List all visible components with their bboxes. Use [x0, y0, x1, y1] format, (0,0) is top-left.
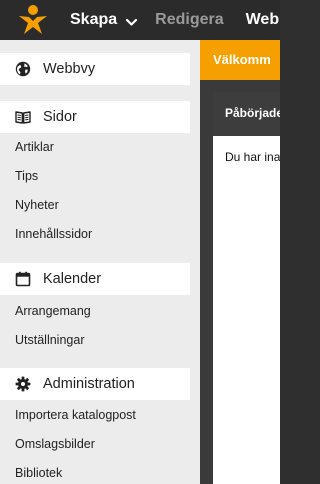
- sidebar-item-omslagsbilder[interactable]: Omslagsbilder: [15, 437, 95, 451]
- create-menu-button[interactable]: Skapa: [70, 11, 138, 29]
- top-navigation: Skapa Redigera Webb: [70, 11, 280, 29]
- sidebar-section-title: Webbvy: [43, 61, 96, 77]
- top-bar: Skapa Redigera Webb: [0, 0, 280, 40]
- sidebar: Webbvy Sidor Artiklar Tips Nyheter Inneh…: [0, 40, 200, 484]
- edit-menu-button[interactable]: Redigera: [155, 11, 223, 29]
- sidebar-section-title: Sidor: [43, 109, 77, 125]
- welcome-banner: Välkomm: [200, 40, 280, 80]
- sidebar-item-utstallningar[interactable]: Utställningar: [15, 333, 84, 347]
- panel-header: Påbörjade: [213, 92, 280, 136]
- sidebar-item-artiklar[interactable]: Artiklar: [15, 140, 54, 154]
- sidebar-section-title: Administration: [43, 376, 135, 392]
- started-items-panel: Påbörjade Du har ina: [213, 92, 280, 484]
- sidebar-section-webbvy[interactable]: Webbvy: [0, 53, 190, 85]
- open-book-icon: [15, 111, 31, 124]
- chevron-down-icon: [126, 15, 138, 26]
- create-menu-label: Skapa: [70, 11, 118, 28]
- sidebar-item-tips[interactable]: Tips: [15, 169, 38, 183]
- sidebar-section-kalender[interactable]: Kalender: [0, 263, 190, 295]
- sidebar-item-nyheter[interactable]: Nyheter: [15, 198, 59, 212]
- gear-icon: [15, 376, 31, 392]
- globe-icon: [15, 61, 31, 77]
- sidebar-section-title: Kalender: [43, 271, 102, 287]
- sidebar-section-sidor[interactable]: Sidor: [0, 101, 190, 133]
- calendar-icon: [15, 271, 31, 287]
- sidebar-item-bibliotek[interactable]: Bibliotek: [15, 466, 62, 480]
- person-star-logo-icon[interactable]: [16, 3, 50, 37]
- sidebar-item-arrangemang[interactable]: Arrangemang: [15, 304, 91, 318]
- sidebar-section-administration[interactable]: Administration: [0, 368, 190, 400]
- sidebar-item-importera-katalogpost[interactable]: Importera katalogpost: [15, 408, 136, 422]
- sidebar-item-innehallssidor[interactable]: Innehållssidor: [15, 227, 92, 241]
- web-menu-button[interactable]: Webb: [246, 11, 280, 29]
- main-content: Välkomm Påbörjade Du har ina: [200, 40, 280, 484]
- panel-message: Du har ina: [225, 150, 280, 164]
